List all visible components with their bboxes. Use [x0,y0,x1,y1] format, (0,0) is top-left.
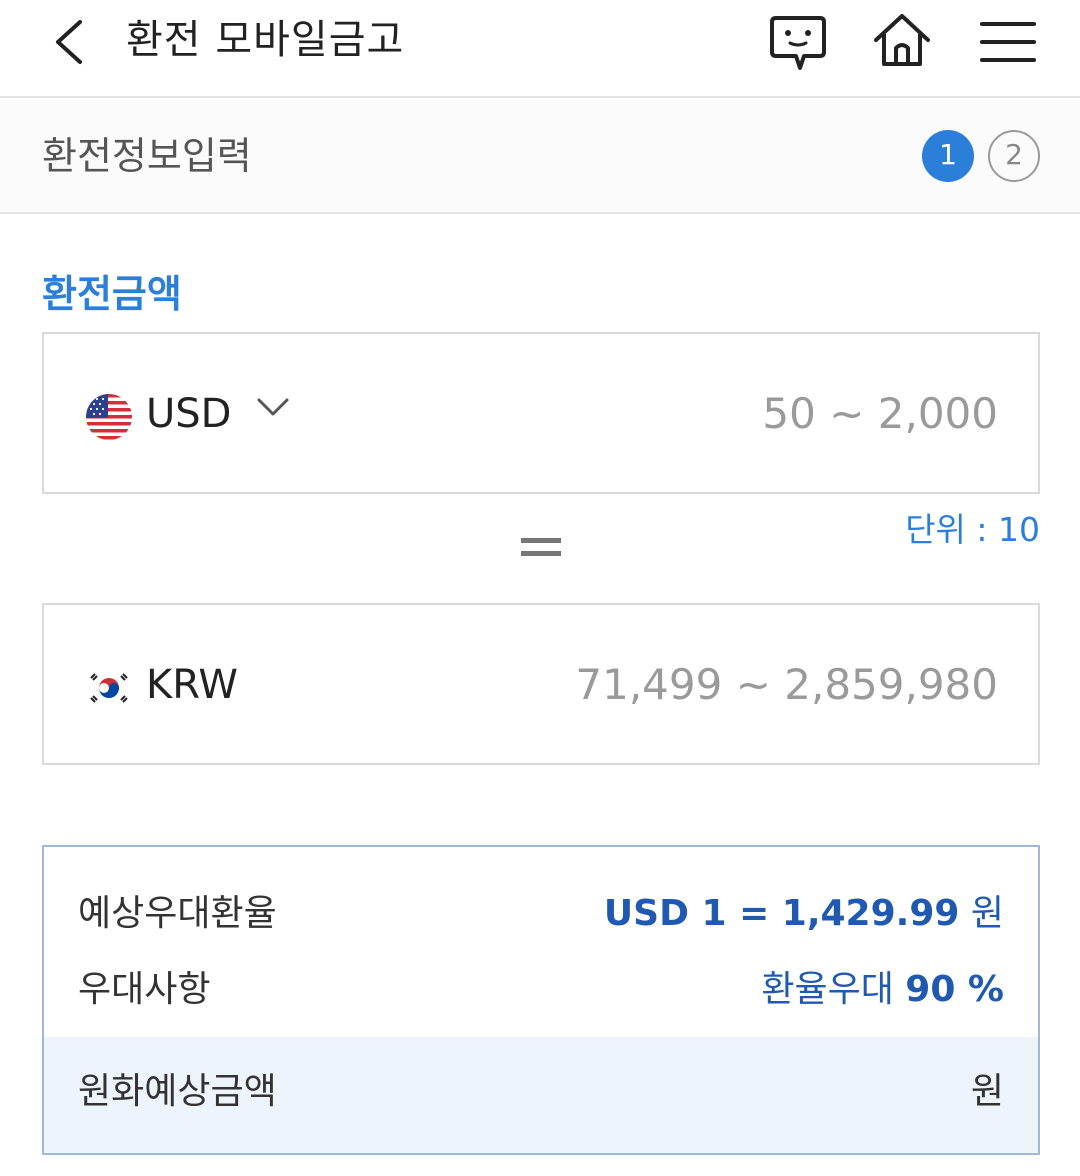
chevron-down-icon[interactable] [256,396,290,418]
to-currency-code: KRW [146,662,238,708]
benefit-label: 우대사항 [78,969,211,1010]
kr-flag-icon [86,665,132,711]
rate-value-text: USD 1 = 1,429.99 [603,893,960,934]
page-title: 환전 모바일금고 [126,17,405,63]
preferential-rate-value: USD 1 = 1,429.99 원 [604,885,1004,943]
benefit-value: 환율우대 90 % [761,961,1004,1019]
benefit-percent-text: 90 % [905,969,1004,1010]
home-button[interactable] [870,10,934,74]
back-button[interactable] [44,14,100,70]
krw-amount-input[interactable]: KRW 71,499 ~ 2,859,980 [42,603,1040,765]
step-indicator-bar: 환전정보입력 1 2 [0,100,1080,214]
benefit-row: 우대사항 환율우대 90 % [44,957,1038,1023]
preferential-rate-row: 예상우대환율 USD 1 = 1,429.99 원 [44,881,1038,947]
step-title: 환전정보입력 [42,134,252,178]
krw-estimate-row: 원화예상금액 원 [44,1037,1038,1153]
equals-icon [521,538,561,558]
top-app-bar: 환전 모바일금고 [0,0,1080,98]
chat-button[interactable] [766,10,830,74]
menu-button[interactable] [976,10,1040,74]
step-2-indicator: 2 [988,130,1040,182]
krw-estimate-unit: 원 [970,1071,1004,1112]
exchange-amount-label: 환전금액 [42,272,182,316]
step-1-indicator: 1 [922,130,974,182]
rate-unit-text: 원 [970,893,1004,934]
preferential-rate-label: 예상우대환율 [78,893,277,934]
from-currency-code: USD [146,391,232,437]
us-flag-icon [86,394,132,440]
menu-icon [980,22,1036,62]
usd-amount-placeholder: 50 ~ 2,000 [762,389,998,438]
unit-note: 단위 : 10 [905,510,1040,549]
benefit-prefix-text: 환율우대 [761,969,894,1010]
home-icon [874,14,930,66]
exchange-info-panel: 예상우대환율 USD 1 = 1,429.99 원 우대사항 환율우대 90 %… [42,845,1040,1155]
krw-amount-placeholder: 71,499 ~ 2,859,980 [575,660,998,709]
back-icon [56,20,82,64]
usd-amount-input[interactable]: USD 50 ~ 2,000 [42,332,1040,494]
chat-icon [770,16,826,70]
krw-estimate-label: 원화예상금액 [78,1071,277,1112]
